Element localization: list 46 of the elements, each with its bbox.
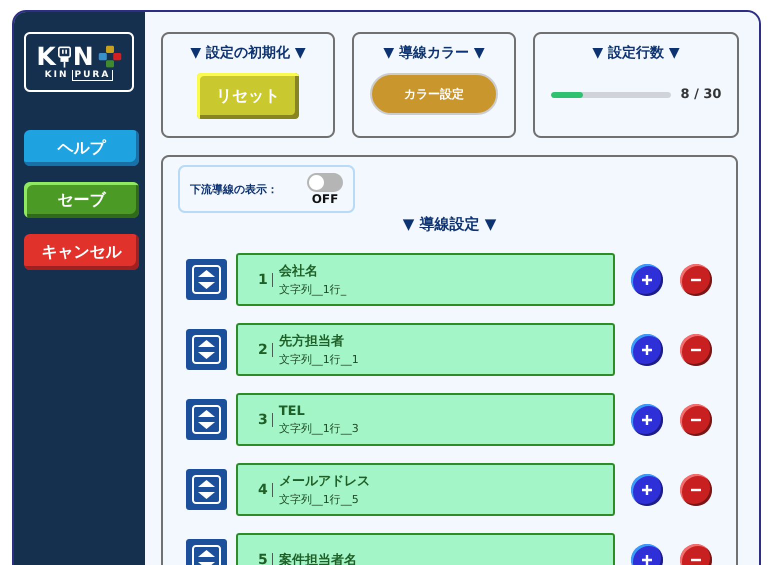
logo-subtitle: PURA xyxy=(72,70,114,80)
remove-button[interactable] xyxy=(680,474,712,506)
logo-subtitle: KIN xyxy=(44,70,69,80)
reorder-icon[interactable] xyxy=(186,259,227,300)
add-button[interactable] xyxy=(631,334,663,366)
logo-letter: K xyxy=(36,44,56,70)
plug-icon xyxy=(58,44,71,68)
toggle-label: 下流導線の表示： xyxy=(190,182,278,196)
remove-button[interactable] xyxy=(680,404,712,436)
field-type: 文字列__1行__1 xyxy=(278,352,359,367)
field-name: TEL xyxy=(278,404,306,418)
plus-icon xyxy=(641,274,653,286)
row-number: 5 xyxy=(258,552,268,565)
plus-icon xyxy=(641,344,653,356)
reorder-icon[interactable] xyxy=(186,469,227,510)
plus-icon xyxy=(641,554,653,565)
field-type: 文字列__1行__3 xyxy=(278,420,359,436)
row-number: 3 xyxy=(258,412,268,428)
toggle-state: OFF xyxy=(312,192,338,206)
row-number: 2 xyxy=(258,342,268,358)
remove-button[interactable] xyxy=(680,334,712,366)
field-name: メールアドレス xyxy=(278,473,370,490)
field-name: 会社名 xyxy=(278,263,319,280)
field-name: 先方担当者 xyxy=(278,332,345,350)
row-number: 4 xyxy=(258,482,268,498)
plus-icon xyxy=(641,414,653,426)
reorder-icon[interactable] xyxy=(186,399,227,440)
plus-icon xyxy=(641,484,653,496)
colored-squares-icon xyxy=(98,44,122,68)
save-button[interactable]: セーブ xyxy=(24,182,139,218)
section-title: ▼ 導線設定 ▼ xyxy=(402,215,498,234)
add-button[interactable] xyxy=(631,264,663,296)
remove-button[interactable] xyxy=(680,264,712,296)
reorder-icon[interactable] xyxy=(186,329,227,370)
add-button[interactable] xyxy=(631,474,663,506)
cancel-button[interactable]: キャンセル xyxy=(24,234,139,270)
card-title: ▼ 設定の初期化 ▼ xyxy=(190,44,306,62)
field-type: 文字列__1行_ xyxy=(278,282,346,297)
card-title: ▼ 導線カラー ▼ xyxy=(383,44,485,62)
field-type: 文字列__1行__5 xyxy=(278,492,360,507)
card-title: ▼ 設定行数 ▼ xyxy=(592,44,680,62)
progress-reading: 8 / 30 xyxy=(680,87,722,102)
toggle-switch[interactable] xyxy=(307,172,343,192)
row-number: 1 xyxy=(258,272,268,288)
add-button[interactable] xyxy=(631,404,663,436)
logo-letter: N xyxy=(72,44,94,70)
